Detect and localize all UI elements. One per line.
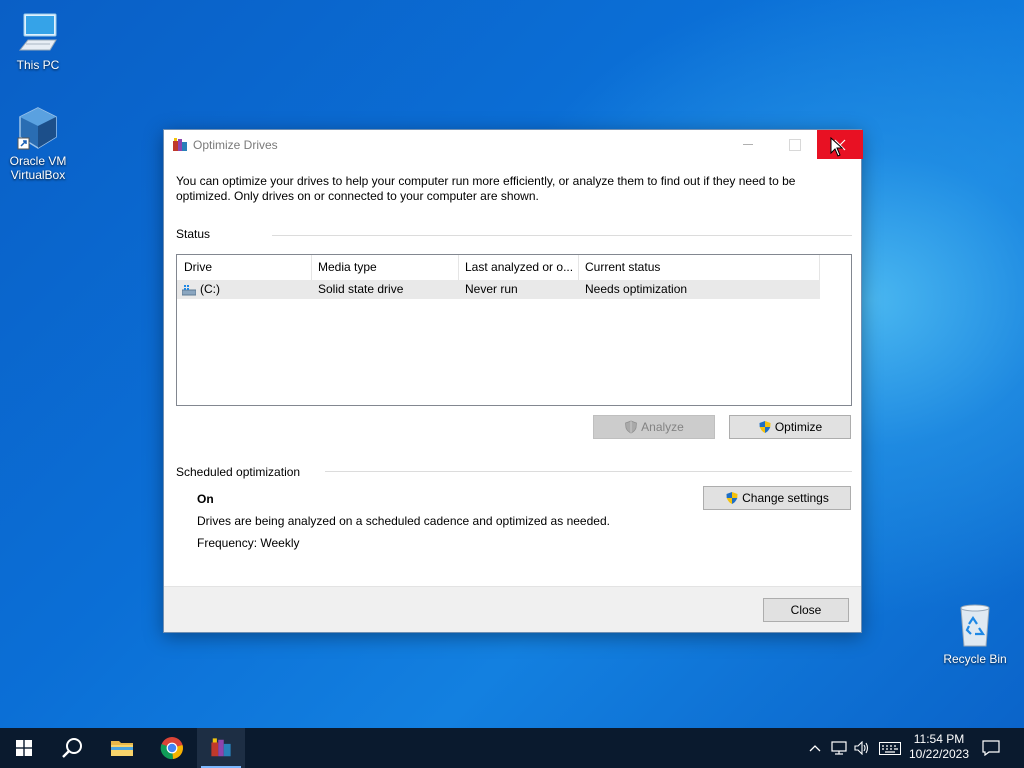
window-title: Optimize Drives [193, 138, 278, 152]
desktop-icon-label: Recycle Bin [943, 652, 1007, 666]
desktop-icon-this-pc[interactable]: This PC [0, 10, 76, 72]
chrome-icon [160, 737, 183, 760]
dialog-footer: Close [164, 586, 861, 632]
optimize-drives-icon [173, 138, 187, 151]
status-group-label: Status [176, 227, 211, 241]
show-hidden-icons-button[interactable] [805, 728, 825, 768]
cell-current-status: Needs optimization [585, 282, 688, 296]
cell-last-analyzed: Never run [465, 282, 518, 296]
desktop-icon-label: This PC [16, 58, 60, 72]
start-button[interactable] [0, 728, 48, 768]
network-icon [831, 741, 847, 755]
drive-list[interactable]: Drive Media type Last analyzed or o... C… [176, 254, 852, 406]
status-divider [272, 235, 852, 236]
network-button[interactable] [828, 728, 850, 768]
taskbar-chrome[interactable] [148, 728, 196, 768]
optimize-label: Optimize [774, 420, 823, 434]
computer-icon [18, 13, 57, 51]
keyboard-button[interactable] [876, 728, 904, 768]
mouse-cursor-icon [830, 137, 844, 157]
close-label: Close [790, 603, 822, 617]
minimize-button[interactable] [725, 130, 771, 159]
file-explorer-icon [111, 741, 133, 756]
scheduled-frequency: Frequency: Weekly [197, 536, 300, 550]
shield-icon [726, 492, 738, 504]
maximize-button[interactable] [771, 130, 817, 159]
column-header-current-status[interactable]: Current status [578, 255, 820, 280]
volume-button[interactable] [851, 728, 873, 768]
action-center-button[interactable] [979, 728, 1003, 768]
virtualbox-icon [17, 107, 57, 150]
analyze-button[interactable]: Analyze [593, 415, 715, 439]
cell-drive: (C:) [177, 280, 311, 299]
column-header-drive[interactable]: Drive [177, 255, 312, 280]
chevron-up-icon [809, 745, 821, 752]
keyboard-icon [879, 741, 901, 755]
desktop-icon-virtualbox[interactable]: Oracle VM VirtualBox [0, 106, 76, 182]
column-header-last-analyzed[interactable]: Last analyzed or o... [458, 255, 579, 280]
search-button[interactable] [48, 728, 96, 768]
taskbar: 11:54 PM 10/22/2023 [0, 728, 1024, 768]
desktop-icon-recycle-bin[interactable]: Recycle Bin [937, 602, 1013, 666]
scheduled-group-label: Scheduled optimization [176, 465, 301, 479]
shield-icon [759, 421, 771, 433]
title-bar[interactable]: Optimize Drives [164, 130, 863, 160]
change-settings-button[interactable]: Change settings [703, 486, 851, 510]
clock-date: 10/22/2023 [908, 747, 970, 761]
shield-icon [625, 420, 638, 434]
change-settings-label: Change settings [742, 491, 829, 505]
scheduled-state: On [197, 492, 214, 506]
window-description: You can optimize your drives to help you… [176, 174, 796, 203]
taskbar-file-explorer[interactable] [98, 728, 146, 768]
drive-icon [182, 284, 196, 295]
taskbar-optimize-drives[interactable] [197, 728, 245, 768]
taskbar-clock[interactable]: 11:54 PM 10/22/2023 [904, 732, 974, 762]
analyze-label: Analyze [641, 420, 684, 434]
start-icon [16, 740, 32, 756]
cell-media-type: Solid state drive [318, 282, 404, 296]
scheduled-divider [325, 471, 852, 472]
drive-name: (C:) [200, 282, 220, 296]
optimize-drives-icon [211, 738, 231, 757]
scheduled-description: Drives are being analyzed on a scheduled… [197, 514, 610, 528]
close-button[interactable]: Close [763, 598, 849, 622]
search-icon [62, 738, 82, 758]
optimize-button[interactable]: Optimize [729, 415, 851, 439]
desktop-icon-label: Oracle VM VirtualBox [9, 154, 67, 182]
table-row[interactable]: (C:) Solid state drive Never run Needs o… [177, 280, 820, 299]
volume-icon [854, 741, 869, 755]
column-header-media-type[interactable]: Media type [311, 255, 459, 280]
optimize-drives-window: Optimize Drives You can optimize your dr… [163, 129, 863, 633]
list-header: Drive Media type Last analyzed or o... C… [177, 255, 820, 280]
clock-time: 11:54 PM [913, 732, 965, 746]
notification-icon [982, 740, 1000, 756]
recycle-bin-icon [960, 604, 990, 647]
